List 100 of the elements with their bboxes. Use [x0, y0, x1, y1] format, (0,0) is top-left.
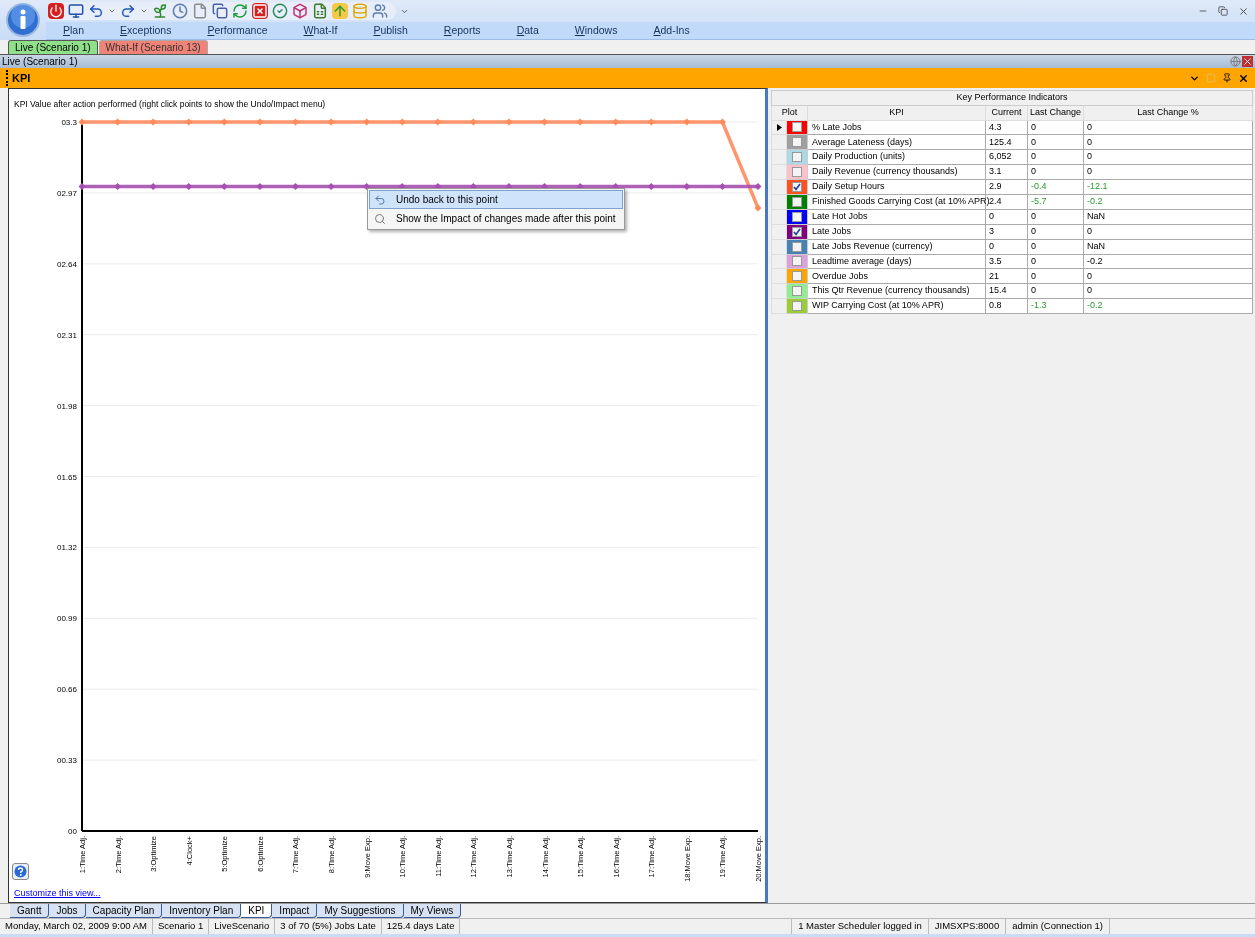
table-cell: WIP Carrying Cost (at 10% APR) [807, 298, 986, 314]
menu-item[interactable]: Reports [432, 22, 492, 39]
menu-item[interactable]: Windows [563, 22, 629, 39]
context-menu-item[interactable]: Show the Impact of changes made after this point [369, 209, 623, 228]
caret-icon[interactable] [108, 7, 116, 15]
help-button[interactable] [12, 863, 29, 880]
table-cell: 0 [1083, 149, 1253, 165]
view-tab[interactable]: Capacity Plan [85, 904, 163, 918]
data-point[interactable] [78, 118, 86, 126]
redo-icon[interactable] [120, 3, 136, 19]
table-cell: 3.5 [985, 254, 1028, 269]
table-cell: 125.4 [985, 134, 1028, 150]
spreadsheet-icon[interactable] [312, 3, 328, 19]
plot-checkbox[interactable] [792, 167, 802, 178]
menu-item[interactable]: Plan [52, 22, 96, 39]
scenario-tab[interactable]: Live (Scenario 1) [8, 40, 98, 54]
column-header[interactable]: Last Change [1027, 105, 1084, 120]
table-cell: Daily Setup Hours [807, 179, 986, 195]
plot-checkbox[interactable] [792, 256, 802, 267]
view-tab[interactable]: My Suggestions [317, 904, 404, 918]
users-icon[interactable] [372, 3, 388, 19]
table-cell: 6,052 [985, 149, 1028, 165]
y-tick-label: 01.65 [56, 472, 77, 482]
menu-item[interactable]: Exceptions [109, 22, 183, 39]
table-cell: 0 [1083, 268, 1253, 284]
status-text: Monday, March 02, 2009 9:00 AM [0, 919, 153, 934]
close-icon[interactable] [1238, 72, 1249, 84]
clock-icon[interactable] [172, 3, 188, 19]
view-tab[interactable]: Impact [272, 904, 318, 918]
menu-item[interactable]: Performance [196, 22, 279, 39]
plot-checkbox[interactable] [792, 122, 802, 133]
plot-checkbox[interactable] [792, 152, 802, 163]
y-tick-label: 00.33 [56, 756, 77, 766]
plot-checkbox[interactable] [792, 196, 802, 207]
status-text: 1 Master Scheduler logged in [792, 919, 929, 934]
table-cell: 0 [1027, 120, 1084, 135]
pin-icon[interactable] [1222, 73, 1232, 83]
column-header[interactable]: Plot [771, 105, 808, 120]
copy-icon[interactable] [212, 3, 228, 19]
refresh-icon[interactable] [232, 3, 248, 19]
view-tab[interactable]: KPI [241, 904, 273, 918]
plot-checkbox[interactable] [792, 137, 802, 148]
plot-checkbox[interactable] [792, 271, 802, 282]
power-icon[interactable] [48, 3, 64, 19]
close-icon[interactable] [1238, 5, 1249, 17]
check-icon [793, 183, 801, 191]
column-header[interactable]: Last Change % [1083, 105, 1253, 120]
plot-checkbox[interactable] [792, 241, 802, 252]
circle-check-icon[interactable] [272, 3, 288, 19]
sprout-icon[interactable] [152, 3, 168, 19]
table-cell: 0 [985, 239, 1028, 254]
y-tick-label: 00.99 [56, 614, 77, 624]
view-tab[interactable]: Gantt [10, 904, 50, 918]
monitor-icon[interactable] [68, 3, 84, 19]
table-cell: -12.1 [1083, 179, 1253, 195]
table-cell: 0 [1083, 283, 1253, 299]
view-tab[interactable]: Jobs [49, 904, 86, 918]
table-cell: 0 [1083, 134, 1253, 150]
help-icon [14, 865, 27, 878]
status-text: LiveScenario [209, 919, 276, 934]
table-cell: Late Hot Jobs [807, 209, 986, 225]
plot-checkbox[interactable] [792, 286, 802, 297]
table-cell: 0 [1027, 224, 1084, 240]
app-orb-icon[interactable] [6, 3, 40, 37]
check-icon [793, 227, 801, 236]
menu-item[interactable]: Publish [362, 22, 419, 39]
menu-item[interactable]: What-If [292, 22, 349, 39]
undo-icon[interactable] [88, 3, 104, 19]
table-cell: -0.2 [1083, 194, 1253, 210]
table-cell: NaN [1083, 239, 1253, 254]
undo-icon [374, 193, 386, 206]
caret-icon[interactable] [140, 7, 148, 15]
box-icon[interactable] [292, 3, 308, 19]
y-tick-label: 00 [68, 827, 77, 836]
page-icon[interactable] [192, 3, 208, 19]
scenario-tab[interactable]: What-If (Scenario 13) [98, 40, 208, 54]
close-icon[interactable] [1242, 56, 1253, 67]
table-cell: Daily Production (units) [807, 149, 986, 165]
globe-icon[interactable] [1230, 56, 1241, 67]
plot-checkbox[interactable] [792, 182, 802, 192]
plot-checkbox[interactable] [792, 211, 802, 222]
table-cell: -1.3 [1027, 298, 1084, 314]
plot-checkbox[interactable] [792, 226, 802, 237]
view-tab[interactable]: My Views [403, 904, 462, 918]
table-title: Key Performance Indicators [771, 90, 1253, 106]
menu-item[interactable]: Data [505, 22, 550, 39]
table-cell: This Qtr Revenue (currency thousands) [807, 283, 986, 299]
context-menu-item[interactable]: Undo back to this point [369, 190, 623, 209]
column-header[interactable]: KPI [807, 105, 986, 120]
customize-link[interactable]: Customize this view... [14, 888, 101, 898]
data-point[interactable] [78, 182, 86, 190]
y-tick-label: 00.66 [56, 685, 77, 695]
plot-checkbox[interactable] [792, 301, 802, 312]
square-x-icon[interactable] [252, 3, 268, 19]
column-header[interactable]: Current [985, 105, 1028, 120]
view-tab[interactable]: Inventory Plan [162, 904, 242, 918]
table-cell: Late Jobs [807, 224, 986, 240]
menu-item[interactable]: Add-Ins [642, 22, 701, 39]
table-cell: 0 [1027, 149, 1084, 165]
restore-icon[interactable] [1218, 6, 1228, 16]
